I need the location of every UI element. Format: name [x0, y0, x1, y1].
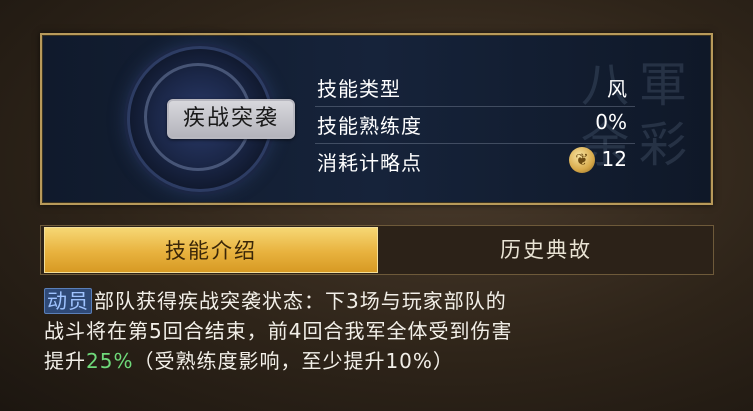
strategy-point-icon: ❦: [569, 147, 595, 173]
trigger-tag: 动员: [44, 288, 92, 314]
attr-row-skill-type: 技能类型 风: [315, 69, 635, 107]
skill-info-panel: 八軍 余彩 疾战突袭 技能类型 风 技能熟练度 0% 消耗计略点 ❦ 12: [40, 33, 713, 205]
attr-value: 风: [607, 77, 627, 101]
desc-highlight-value: 25%: [86, 349, 134, 373]
tab-skill-intro[interactable]: 技能介绍: [44, 227, 378, 273]
attr-label: 技能类型: [317, 77, 401, 101]
tab-history[interactable]: 历史典故: [378, 227, 714, 273]
attr-row-strategy-cost: 消耗计略点 ❦ 12: [315, 143, 635, 180]
desc-line-2: 战斗将在第5回合结束，前4回合我军全体受到伤害: [44, 319, 513, 343]
desc-line-1: 部队获得疾战突袭状态：下3场与玩家部队的: [94, 289, 507, 313]
attr-value: 12: [601, 147, 627, 171]
desc-line-3-suffix: （受熟练度影响，至少提升10%）: [133, 349, 454, 373]
attr-label: 技能熟练度: [317, 114, 422, 138]
attr-label: 消耗计略点: [317, 151, 422, 175]
desc-line-3-prefix: 提升: [44, 349, 86, 373]
tab-bar: 技能介绍 历史典故: [40, 225, 714, 275]
skill-name: 疾战突袭: [167, 99, 295, 139]
skill-description: 动员 部队获得疾战突袭状态：下3场与玩家部队的 战斗将在第5回合结束，前4回合我军…: [44, 286, 724, 376]
attr-value: 0%: [595, 110, 627, 134]
attr-row-proficiency: 技能熟练度 0%: [315, 106, 635, 144]
